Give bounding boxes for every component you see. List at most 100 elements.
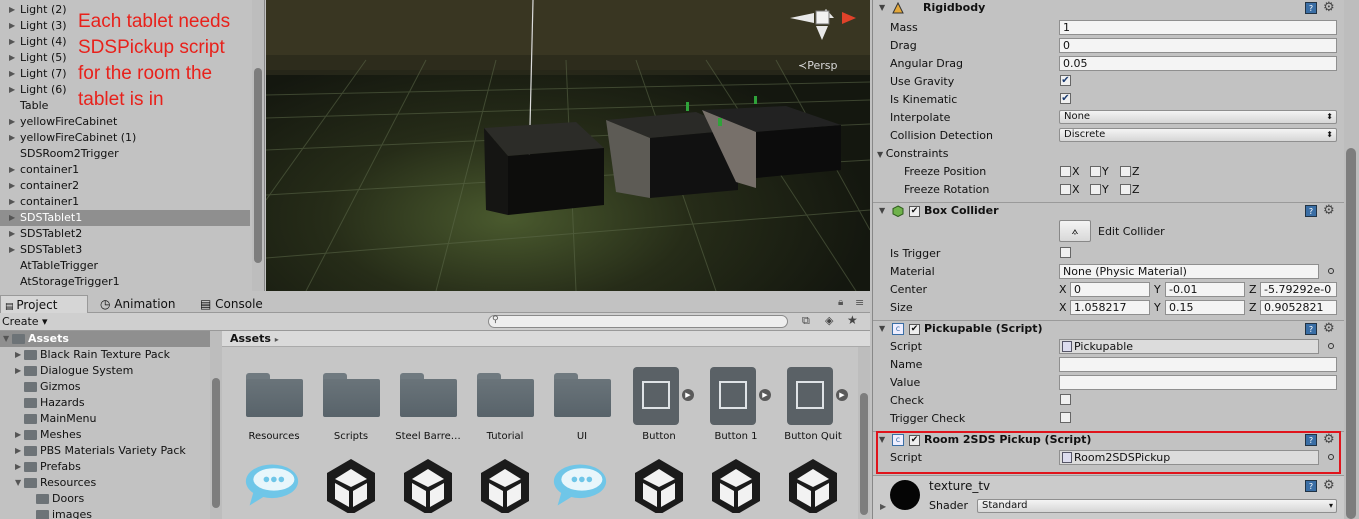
folder-tree-item[interactable]: ▶ Dialogue System	[0, 363, 210, 379]
hierarchy-item[interactable]: ▶ container1	[0, 194, 250, 210]
folder-tree-item[interactable]: ▶ Prefabs	[0, 459, 210, 475]
favorite-star-icon[interactable]: ★	[847, 313, 858, 327]
hierarchy-item[interactable]: AtTableTrigger	[0, 258, 250, 274]
hierarchy-item[interactable]: ▶ container1	[0, 162, 250, 178]
help-icon[interactable]: ?	[1305, 205, 1317, 217]
expand-arrow-icon[interactable]: ▶	[9, 162, 15, 178]
persp-label[interactable]: ≺Persp	[798, 59, 837, 72]
size-z-field[interactable]: 0.9052821	[1260, 300, 1337, 315]
folder-tree-item[interactable]: ▶ Black Rain Texture Pack	[0, 347, 210, 363]
dialogue-asset[interactable]	[544, 457, 620, 519]
expand-arrow-icon[interactable]: ▶	[9, 66, 15, 82]
filter-label-icon[interactable]: ◈	[825, 314, 833, 327]
gear-icon[interactable]: ⚙	[1323, 0, 1335, 15]
freeze-rot-z-checkbox[interactable]	[1120, 184, 1131, 195]
angular-drag-field[interactable]: 0.05	[1059, 56, 1337, 71]
pickupable-header[interactable]: ▼ c ✔ Pickupable (Script) ? ⚙	[873, 320, 1344, 337]
size-y-field[interactable]: 0.15	[1165, 300, 1245, 315]
folder-tree-item[interactable]: images	[0, 507, 210, 519]
expand-arrow-icon[interactable]: ▶	[9, 34, 15, 50]
expand-prefab-icon[interactable]: ▶	[682, 389, 694, 401]
filter-type-icon[interactable]: ⧉	[802, 314, 810, 328]
folder-tree-item[interactable]: ▶ Meshes	[0, 427, 210, 443]
folder-tree-item[interactable]: ▶ PBS Materials Variety Pack	[0, 443, 210, 459]
freeze-pos-y-checkbox[interactable]	[1090, 166, 1101, 177]
expand-arrow-icon[interactable]: ▶	[9, 18, 15, 34]
expand-arrow-icon[interactable]: ▶	[15, 427, 21, 443]
constraints-foldout[interactable]: ▼ Constraints	[877, 145, 948, 162]
folder-tree-item[interactable]: Gizmos	[0, 379, 210, 395]
expand-arrow-icon[interactable]: ▶	[9, 210, 15, 226]
create-button[interactable]: Create ▾	[2, 315, 48, 328]
expand-arrow-icon[interactable]: ▶	[15, 347, 21, 363]
unity-scene-asset[interactable]	[621, 457, 697, 519]
scene-view[interactable]: ≺Persp	[266, 0, 870, 291]
fold-arrow-icon[interactable]: ▼	[879, 206, 885, 215]
hierarchy-item[interactable]: ▶ container2	[0, 178, 250, 194]
unity-scene-asset[interactable]	[313, 457, 389, 519]
name-field[interactable]	[1059, 357, 1337, 372]
expand-arrow-icon[interactable]: ▶	[9, 82, 15, 98]
grid-scrollbar-thumb[interactable]	[860, 393, 868, 515]
inspector-scrollbar-thumb[interactable]	[1346, 148, 1356, 519]
unity-scene-asset[interactable]	[775, 457, 851, 519]
is-kinematic-checkbox[interactable]: ✔	[1060, 93, 1071, 104]
hierarchy-item[interactable]: SDSRoom2Trigger	[0, 146, 250, 162]
expand-arrow-icon[interactable]: ▶	[9, 130, 15, 146]
expand-arrow-icon[interactable]: ▶	[9, 178, 15, 194]
help-icon[interactable]: ?	[1305, 323, 1317, 335]
center-y-field[interactable]: -0.01	[1165, 282, 1245, 297]
object-picker-icon[interactable]	[1328, 268, 1334, 274]
value-field[interactable]	[1059, 375, 1337, 390]
unity-scene-asset[interactable]	[698, 457, 774, 519]
shader-dropdown[interactable]: Standard ▾	[977, 499, 1337, 513]
fold-arrow-icon[interactable]: ▼	[879, 324, 885, 333]
edit-collider-button[interactable]: ⟑	[1059, 220, 1091, 242]
folder-tree-item[interactable]: ▼ Resources	[0, 475, 210, 491]
trigger-check-checkbox[interactable]	[1060, 412, 1071, 423]
folder-tree-item[interactable]: Hazards	[0, 395, 210, 411]
hierarchy-item[interactable]: ▶ SDSTablet2	[0, 226, 250, 242]
hierarchy-item[interactable]: ▶ SDSTablet3	[0, 242, 250, 258]
expand-prefab-icon[interactable]: ▶	[836, 389, 848, 401]
material-field[interactable]: None (Physic Material)	[1059, 264, 1319, 279]
hierarchy-item[interactable]: ▶ yellowFireCabinet	[0, 114, 250, 130]
expand-arrow-icon[interactable]: ▶	[9, 50, 15, 66]
check-checkbox[interactable]	[1060, 394, 1071, 405]
mass-field[interactable]: 1	[1059, 20, 1337, 35]
hierarchy-item[interactable]: ▶ SDSTablet1	[0, 210, 250, 226]
tree-scrollbar-thumb[interactable]	[212, 378, 220, 508]
box-collider-header[interactable]: ▼ ✔ Box Collider ? ⚙	[873, 202, 1344, 219]
fold-arrow-icon[interactable]: ▶	[880, 502, 886, 511]
hierarchy-item[interactable]: AtStorageTrigger1	[0, 274, 250, 290]
hierarchy-item[interactable]: ▶ yellowFireCabinet (1)	[0, 130, 250, 146]
expand-arrow-icon[interactable]: ▶	[9, 114, 15, 130]
collision-detection-dropdown[interactable]: Discrete ⬍	[1059, 128, 1337, 142]
is-trigger-checkbox[interactable]	[1060, 247, 1071, 258]
enabled-checkbox[interactable]: ✔	[909, 324, 920, 335]
folder-tree-item[interactable]: ▼ Assets	[0, 331, 210, 347]
freeze-rot-x-checkbox[interactable]	[1060, 184, 1071, 195]
freeze-pos-x-checkbox[interactable]	[1060, 166, 1071, 177]
expand-arrow-icon[interactable]: ▶	[15, 443, 21, 459]
expand-arrow-icon[interactable]: ▶	[15, 459, 21, 475]
enabled-checkbox[interactable]: ✔	[909, 206, 920, 217]
fold-arrow-icon[interactable]: ▼	[879, 3, 885, 12]
expand-arrow-icon[interactable]: ▶	[9, 194, 15, 210]
search-input[interactable]: ⚲	[488, 315, 788, 328]
help-icon[interactable]: ?	[1305, 2, 1317, 14]
lock-icon[interactable]: 🔒︎	[838, 297, 843, 308]
gear-icon[interactable]: ⚙	[1323, 203, 1335, 218]
breadcrumb-assets[interactable]: Assets	[230, 332, 271, 345]
gear-icon[interactable]: ⚙	[1323, 478, 1335, 493]
expand-arrow-icon[interactable]: ▶	[9, 242, 15, 258]
expand-arrow-icon[interactable]: ▼	[15, 475, 21, 491]
tab-console[interactable]: ▤ Console	[188, 295, 263, 313]
expand-arrow-icon[interactable]: ▶	[15, 363, 21, 379]
gear-icon[interactable]: ⚙	[1323, 321, 1335, 336]
object-picker-icon[interactable]	[1328, 343, 1334, 349]
folder-tree-item[interactable]: Doors	[0, 491, 210, 507]
center-x-field[interactable]: 0	[1070, 282, 1150, 297]
use-gravity-checkbox[interactable]: ✔	[1060, 75, 1071, 86]
help-icon[interactable]: ?	[1305, 480, 1317, 492]
